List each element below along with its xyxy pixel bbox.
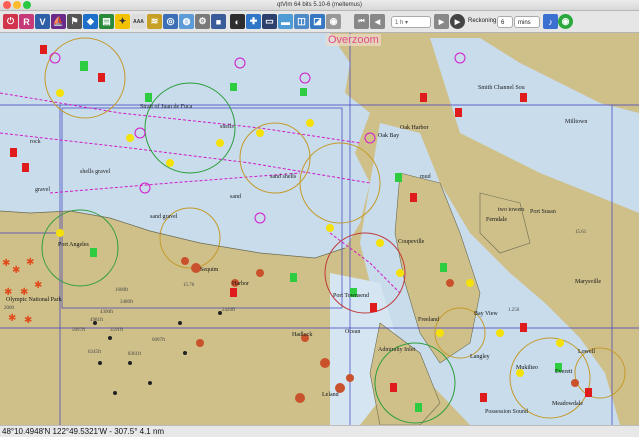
title-bar: qtVlm 64 bits 5.10-6 (meltemus) <box>0 0 639 11</box>
bell-icon[interactable]: ♪ <box>543 14 558 29</box>
place-port-angeles: Port Angeles <box>58 242 89 248</box>
vlm-icon[interactable]: V <box>35 14 50 29</box>
place-sequim: Sequim <box>200 267 219 273</box>
reckoning-unit-select[interactable]: mins <box>514 16 540 28</box>
place-oak-harbor: Oak Harbor <box>400 125 429 131</box>
svg-text:✱: ✱ <box>12 265 20 276</box>
camera-icon[interactable]: ▬ <box>278 14 293 29</box>
place-bay-view: Bay View <box>474 311 498 317</box>
water-possession: Possession Sound <box>485 409 528 415</box>
barb-icon[interactable]: ◫ <box>294 14 309 29</box>
skip-back-icon[interactable]: ⏮ <box>354 14 369 29</box>
screen-icon[interactable]: ▭ <box>262 14 277 29</box>
place-harbor: Harbor <box>232 281 249 287</box>
svg-text:✱: ✱ <box>34 280 42 291</box>
svg-text:6007ft: 6007ft <box>152 338 166 343</box>
time-icon[interactable]: ◉ <box>326 14 341 29</box>
svg-text:two towers: two towers <box>498 207 525 213</box>
svg-text:sand: sand <box>230 194 241 200</box>
reckoning-value-field[interactable]: 6 <box>497 16 513 28</box>
step-forward-icon[interactable]: ▶ <box>434 14 449 29</box>
scale-icon[interactable]: AAA <box>131 14 146 29</box>
water-port-susan: Port Susan <box>530 209 556 215</box>
bulb-icon[interactable]: ✦ <box>115 14 130 29</box>
water-admiralty: Admiralty Inlet <box>378 347 415 353</box>
orbit-icon[interactable]: ◎ <box>163 14 178 29</box>
place-everett: Everett <box>555 369 573 375</box>
grib-icon[interactable]: ◐ <box>230 14 245 29</box>
place-langley: Langley <box>470 354 490 360</box>
square-icon[interactable]: ■ <box>211 14 226 29</box>
place-coupeville: Coupeville <box>398 239 425 245</box>
svg-text:3480ft: 3480ft <box>120 300 134 305</box>
svg-text:3591ft: 3591ft <box>110 328 124 333</box>
status-bar: 48°10.4948'N 122°49.5321'W - 307.5° 4.1 … <box>0 425 639 437</box>
flag-icon[interactable]: ⚑ <box>67 14 82 29</box>
svg-text:rock: rock <box>30 139 41 145</box>
svg-text:5097ft: 5097ft <box>72 328 86 333</box>
reckoning-label: Reckoning <box>468 18 497 24</box>
cursor-coordinates: 48°10.4948'N 122°49.5321'W - 307.5° 4.1 … <box>2 427 165 436</box>
place-leland: Leland <box>322 392 339 398</box>
place-olympic-park: Olympic National Park <box>6 297 62 303</box>
place-ocean: Ocean <box>345 329 360 335</box>
svg-text:4300ft: 4300ft <box>100 310 114 315</box>
svg-text:Milltown: Milltown <box>565 119 587 125</box>
svg-text:✱: ✱ <box>8 313 16 324</box>
svg-text:sand gravel: sand gravel <box>150 214 178 220</box>
svg-text:✱: ✱ <box>26 257 34 268</box>
globe-icon[interactable]: ◍ <box>179 14 194 29</box>
svg-text:✱: ✱ <box>24 315 32 326</box>
settings-icon[interactable]: ⚙ <box>195 14 210 29</box>
place-mukilteo: Mukilteo <box>516 365 538 371</box>
history-icon[interactable]: ◪ <box>310 14 325 29</box>
svg-text:2000: 2000 <box>4 306 15 311</box>
svg-text:6245ft: 6245ft <box>88 350 102 355</box>
svg-text:gravel: gravel <box>35 187 50 193</box>
place-freeland: Freeland <box>418 317 439 323</box>
place-oak-bay: Oak Bay <box>378 133 399 139</box>
svg-text:1600ft: 1600ft <box>115 288 129 293</box>
place-hadlock: Hadlock <box>292 332 312 338</box>
water-juan-de-fuca: Strait of Juan de Fuca <box>140 103 193 110</box>
svg-text:mud: mud <box>420 174 431 180</box>
zoom-icon[interactable]: ✚ <box>246 14 261 29</box>
place-port-townsend: Port Townsend <box>333 293 369 299</box>
overzoom-label: Overzoom <box>326 34 381 46</box>
step-back-icon[interactable]: ◀ <box>370 14 385 29</box>
quit-icon[interactable]: ⏻ <box>3 14 18 29</box>
svg-text:4981ft: 4981ft <box>90 318 104 323</box>
route-icon[interactable]: R <box>19 14 34 29</box>
scale-label: AAA <box>133 18 144 25</box>
target-icon[interactable]: ◉ <box>558 14 573 29</box>
window-title: qtVlm 64 bits 5.10-6 (meltemus) <box>276 2 363 8</box>
boat-icon[interactable]: ⛵ <box>51 14 66 29</box>
chart-view[interactable]: ✱ ✱ ✱ ✱ ✱ ✱ ✱ ✱ Port Angeles Sequim Olympic N… <box>0 33 639 425</box>
svg-text:sand shells: sand shells <box>270 174 297 180</box>
svg-text:15.61: 15.61 <box>575 230 587 235</box>
place-ferndale: Ferndale <box>486 217 507 223</box>
svg-text:15.76: 15.76 <box>183 283 195 288</box>
time-step-select[interactable]: 1 h ▾ <box>391 16 431 28</box>
folder-icon[interactable]: ▤ <box>99 14 114 29</box>
poi-icon[interactable]: ◆ <box>83 14 98 29</box>
svg-text:✱: ✱ <box>2 258 10 269</box>
water-smith-channel: Smith Channel Sou <box>478 85 525 91</box>
svg-text:shells gravel: shells gravel <box>80 169 110 175</box>
place-lowell: Lowell <box>578 349 595 355</box>
svg-text:shells: shells <box>220 124 234 130</box>
play-icon[interactable]: ▶ <box>450 14 465 29</box>
place-meadowdale: Meadowdale <box>552 401 583 407</box>
main-toolbar: ⏻ R V ⛵ ⚑ ◆ ▤ ✦ AAA ≋ ◎ ◍ ⚙ ■ ◐ ✚ ▭ ▬ ◫ … <box>0 11 639 33</box>
place-marysville: Marysville <box>575 279 601 285</box>
svg-text:8361ft: 8361ft <box>128 352 142 357</box>
svg-text:2420ft: 2420ft <box>222 308 236 313</box>
nautical-chart[interactable]: ✱✱✱ ✱ ✱✱ ✱ ✱ Port Angeles Sequim Olympic N… <box>0 33 639 425</box>
chart-icon[interactable]: ≋ <box>147 14 162 29</box>
svg-text:1.250: 1.250 <box>508 308 520 313</box>
